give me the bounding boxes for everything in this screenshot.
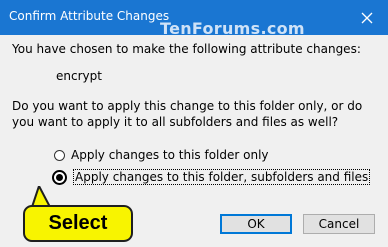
close-icon bbox=[361, 12, 373, 23]
intro-text: You have chosen to make the following at… bbox=[12, 42, 361, 56]
callout-text: Select bbox=[48, 212, 108, 234]
select-callout: Select bbox=[23, 205, 133, 242]
radio-selected-icon[interactable] bbox=[52, 169, 67, 185]
close-button[interactable] bbox=[346, 0, 388, 35]
ok-button[interactable]: OK bbox=[220, 214, 292, 234]
question-text: Do you want to apply this change to this… bbox=[12, 99, 363, 129]
radio-folder-only-label: Apply changes to this folder only bbox=[71, 148, 269, 162]
radio-folder-subfolders-files-label: Apply changes to this folder, subfolders… bbox=[73, 169, 371, 185]
attribute-change: encrypt bbox=[56, 69, 102, 83]
radio-folder-only[interactable]: Apply changes to this folder only bbox=[54, 148, 269, 162]
radio-folder-subfolders-files[interactable]: Apply changes to this folder, subfolders… bbox=[52, 169, 371, 185]
radio-unselected-icon[interactable] bbox=[54, 149, 65, 161]
window-title: Confirm Attribute Changes bbox=[9, 9, 170, 23]
cancel-button[interactable]: Cancel bbox=[303, 214, 375, 234]
